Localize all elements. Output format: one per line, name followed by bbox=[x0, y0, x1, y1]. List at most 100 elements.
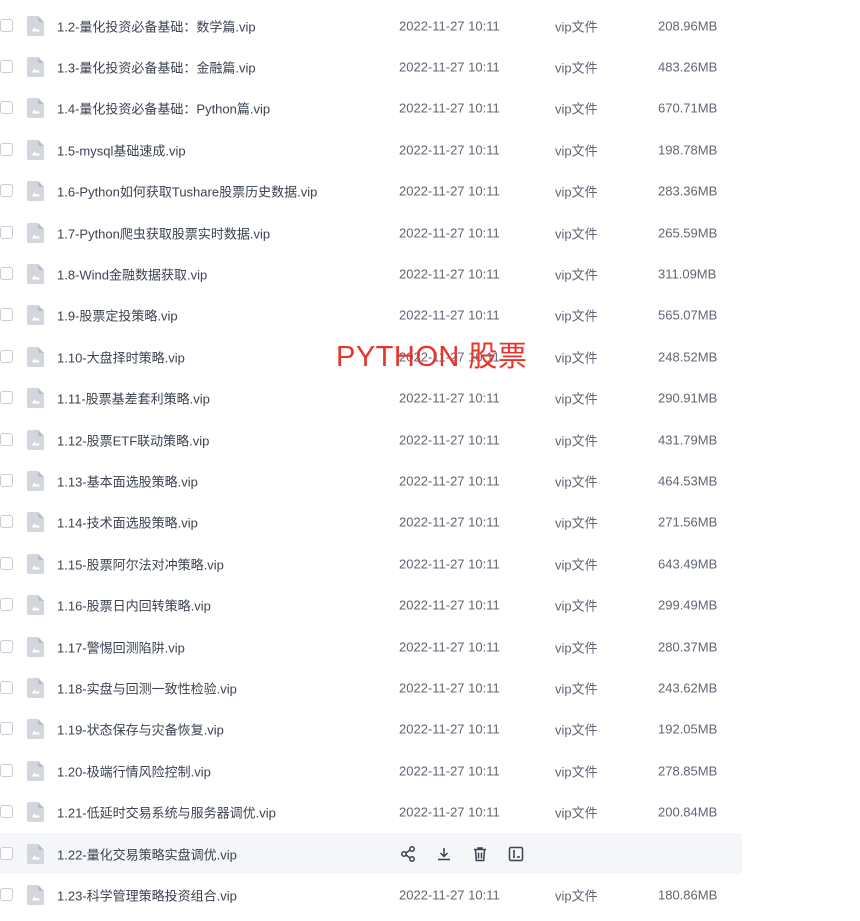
file-row[interactable]: 1.5-mysql基础速成.vip 2022-11-27 10:11 vip文件 19… bbox=[0, 129, 742, 170]
file-type: vip文件 bbox=[555, 308, 598, 324]
file-name[interactable]: 1.19-状态保存与灾备恢复.vip bbox=[57, 720, 224, 739]
file-name[interactable]: 1.13-基本面选股策略.vip bbox=[57, 471, 198, 490]
file-name[interactable]: 1.6-Python如何获取Tushare股票历史数据.vip bbox=[57, 182, 317, 201]
file-row[interactable]: 1.11-股票基差套利策略.vip 2022-11-27 10:11 vip文件 29… bbox=[0, 378, 742, 419]
file-modified-time: 2022-11-27 10:11 bbox=[399, 18, 500, 34]
file-name[interactable]: 1.8-Wind金融数据获取.vip bbox=[57, 265, 207, 284]
file-name[interactable]: 1.22-量化交易策略实盘调优.vip bbox=[57, 844, 237, 863]
row-checkbox[interactable] bbox=[0, 473, 13, 487]
share-icon[interactable] bbox=[399, 845, 417, 863]
file-name[interactable]: 1.3-量化投资必备基础：金融篇.vip bbox=[57, 58, 256, 77]
row-checkbox[interactable] bbox=[0, 556, 13, 570]
row-checkbox[interactable] bbox=[0, 432, 13, 446]
file-icon bbox=[27, 388, 44, 409]
file-size: 670.71MB bbox=[658, 100, 718, 116]
file-icon bbox=[27, 346, 44, 367]
file-modified-time: 2022-11-27 10:11 bbox=[399, 307, 500, 323]
file-size: 483.26MB bbox=[658, 59, 718, 75]
file-row[interactable]: 1.23-科学管理策略投资组合.vip 2022-11-27 10:11 vip文件… bbox=[0, 874, 742, 915]
download-icon[interactable] bbox=[435, 845, 453, 863]
file-row[interactable]: 1.16-股票日内回转策略.vip 2022-11-27 10:11 vip文件 29… bbox=[0, 584, 742, 625]
file-type: vip文件 bbox=[555, 681, 598, 697]
row-checkbox[interactable] bbox=[0, 805, 13, 819]
file-modified-time: 2022-11-27 10:11 bbox=[399, 680, 500, 696]
file-row[interactable]: 1.6-Python如何获取Tushare股票历史数据.vip 2022-11-2… bbox=[0, 171, 742, 212]
row-checkbox[interactable] bbox=[0, 267, 13, 281]
file-type: vip文件 bbox=[555, 391, 598, 407]
file-row[interactable]: 1.17-警惕回测陷阱.vip 2022-11-27 10:11 vip文件 280.… bbox=[0, 626, 742, 667]
rename-icon[interactable] bbox=[507, 845, 525, 863]
file-name[interactable]: 1.16-股票日内回转策略.vip bbox=[57, 596, 211, 615]
file-name[interactable]: 1.12-股票ETF联动策略.vip bbox=[57, 430, 209, 449]
file-row[interactable]: 1.8-Wind金融数据获取.vip 2022-11-27 10:11 vip文件 3… bbox=[0, 253, 742, 294]
row-checkbox[interactable] bbox=[0, 142, 13, 156]
file-size: 208.96MB bbox=[658, 18, 718, 34]
file-list: 1.2-量化投资必备基础：数学篇.vip 2022-11-27 10:11 vip文… bbox=[0, 5, 742, 916]
file-row[interactable]: 1.15-股票阿尔法对冲策略.vip 2022-11-27 10:11 vip文件 6… bbox=[0, 543, 742, 584]
file-modified-time: 2022-11-27 10:11 bbox=[399, 473, 500, 489]
file-name[interactable]: 1.2-量化投资必备基础：数学篇.vip bbox=[57, 16, 256, 35]
row-checkbox[interactable] bbox=[0, 763, 13, 777]
file-name[interactable]: 1.14-技术面选股策略.vip bbox=[57, 513, 198, 532]
file-row[interactable]: 1.14-技术面选股策略.vip 2022-11-27 10:11 vip文件 271… bbox=[0, 502, 742, 543]
watermark-text: PYTHON 股票 bbox=[336, 341, 528, 373]
file-name[interactable]: 1.17-警惕回测陷阱.vip bbox=[57, 637, 185, 656]
file-size: 643.49MB bbox=[658, 556, 718, 572]
file-row[interactable]: 1.22-量化交易策略实盘调优.vip bbox=[0, 832, 742, 875]
file-row[interactable]: 1.20-极端行情风险控制.vip 2022-11-27 10:11 vip文件 27… bbox=[0, 750, 742, 791]
file-size: 278.85MB bbox=[658, 763, 718, 779]
file-name[interactable]: 1.18-实盘与回测一致性检验.vip bbox=[57, 678, 237, 697]
row-checkbox[interactable] bbox=[0, 308, 13, 322]
file-type: vip文件 bbox=[555, 598, 598, 614]
file-icon bbox=[27, 139, 44, 160]
file-type: vip文件 bbox=[555, 764, 598, 780]
row-checkbox[interactable] bbox=[0, 18, 13, 32]
file-row[interactable]: 1.21-低延时交易系统与服务器调优.vip 2022-11-27 10:11 vi… bbox=[0, 791, 742, 832]
file-row[interactable]: 1.4-量化投资必备基础：Python篇.vip 2022-11-27 10:11… bbox=[0, 88, 742, 129]
file-type: vip文件 bbox=[555, 184, 598, 200]
file-modified-time: 2022-11-27 10:11 bbox=[399, 100, 500, 116]
file-modified-time: 2022-11-27 10:11 bbox=[399, 142, 500, 158]
file-name[interactable]: 1.7-Python爬虫获取股票实时数据.vip bbox=[57, 223, 270, 242]
file-name[interactable]: 1.21-低延时交易系统与服务器调优.vip bbox=[57, 803, 276, 822]
row-checkbox[interactable] bbox=[0, 391, 13, 405]
file-name[interactable]: 1.23-科学管理策略投资组合.vip bbox=[57, 885, 237, 904]
file-type: vip文件 bbox=[555, 267, 598, 283]
file-size: 280.37MB bbox=[658, 639, 718, 655]
delete-icon[interactable] bbox=[471, 845, 489, 863]
row-checkbox[interactable] bbox=[0, 846, 13, 860]
file-name[interactable]: 1.15-股票阿尔法对冲策略.vip bbox=[57, 554, 224, 573]
file-modified-time: 2022-11-27 10:11 bbox=[399, 721, 500, 737]
file-row[interactable]: 1.19-状态保存与灾备恢复.vip 2022-11-27 10:11 vip文件 1… bbox=[0, 709, 742, 750]
file-row[interactable]: 1.13-基本面选股策略.vip 2022-11-27 10:11 vip文件 464… bbox=[0, 460, 742, 501]
file-row[interactable]: 1.7-Python爬虫获取股票实时数据.vip 2022-11-27 10:11… bbox=[0, 212, 742, 253]
file-row[interactable]: 1.9-股票定投策略.vip 2022-11-27 10:11 vip文件 565.0… bbox=[0, 295, 742, 336]
row-checkbox[interactable] bbox=[0, 887, 13, 901]
row-checkbox[interactable] bbox=[0, 60, 13, 74]
row-checkbox[interactable] bbox=[0, 680, 13, 694]
row-checkbox[interactable] bbox=[0, 184, 13, 198]
file-name[interactable]: 1.9-股票定投策略.vip bbox=[57, 306, 178, 325]
file-size: 311.09MB bbox=[658, 266, 717, 282]
file-icon bbox=[27, 719, 44, 740]
file-row[interactable]: 1.18-实盘与回测一致性检验.vip 2022-11-27 10:11 vip文件… bbox=[0, 667, 742, 708]
row-checkbox[interactable] bbox=[0, 349, 13, 363]
row-checkbox[interactable] bbox=[0, 722, 13, 736]
file-row[interactable]: 1.12-股票ETF联动策略.vip 2022-11-27 10:11 vip文件 4… bbox=[0, 419, 742, 460]
file-name[interactable]: 1.5-mysql基础速成.vip bbox=[57, 140, 186, 159]
file-name[interactable]: 1.4-量化投资必备基础：Python篇.vip bbox=[57, 99, 270, 118]
file-row[interactable]: 1.3-量化投资必备基础：金融篇.vip 2022-11-27 10:11 vip文… bbox=[0, 46, 742, 87]
file-modified-time: 2022-11-27 10:11 bbox=[399, 804, 500, 820]
file-row[interactable]: 1.2-量化投资必备基础：数学篇.vip 2022-11-27 10:11 vip文… bbox=[0, 5, 742, 46]
file-icon bbox=[27, 553, 44, 574]
row-checkbox[interactable] bbox=[0, 515, 13, 529]
row-checkbox[interactable] bbox=[0, 598, 13, 612]
file-size: 431.79MB bbox=[658, 432, 718, 448]
file-name[interactable]: 1.11-股票基差套利策略.vip bbox=[57, 389, 210, 408]
file-name[interactable]: 1.20-极端行情风险控制.vip bbox=[57, 761, 211, 780]
row-checkbox[interactable] bbox=[0, 225, 13, 239]
row-checkbox[interactable] bbox=[0, 101, 13, 115]
file-name[interactable]: 1.10-大盘择时策略.vip bbox=[57, 347, 185, 366]
row-checkbox[interactable] bbox=[0, 639, 13, 653]
file-type: vip文件 bbox=[555, 640, 598, 656]
